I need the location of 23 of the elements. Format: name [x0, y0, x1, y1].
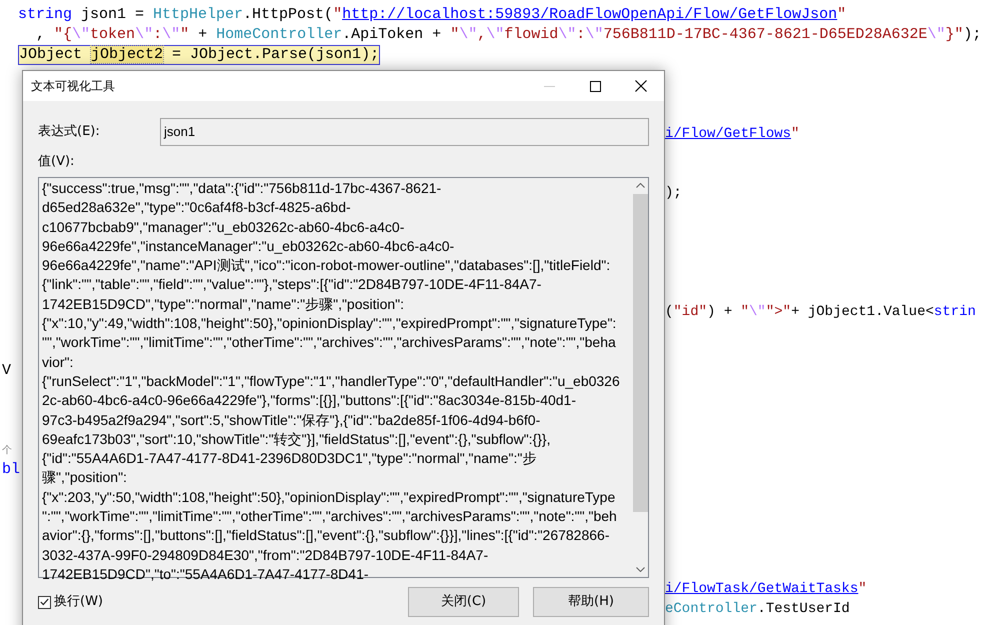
code-line: string json1 = HttpHelper.HttpPost("http://localhost:59893/RoadFlowOpenApi/Flow/GetFlowJson": [18, 6, 846, 24]
code-line: , "{\"token\":\"" + HomeController.ApiToken + "\",\"flowid\":\"756B811D-17BC-4367-8621-D65ED28A632E\"}");: [35, 26, 982, 44]
expression-field[interactable]: json1: [160, 118, 649, 146]
code-line: bl: [2, 461, 20, 480]
value-label: 值(V):: [38, 154, 74, 170]
scrollbar-thumb[interactable]: [632, 194, 648, 512]
scroll-down-icon[interactable]: [636, 567, 644, 572]
close-icon: [635, 80, 647, 92]
dialog-button[interactable]: 帮助(H): [533, 587, 649, 617]
maximize-icon: [590, 80, 600, 92]
code-line: ("id") + "\"">"+ jObject1.Value<strin: [665, 302, 976, 321]
code-line: eController.TestUserId: [665, 600, 850, 618]
code-line: i/Flow/GetFlows": [665, 124, 800, 143]
wrap-checkbox[interactable]: [38, 596, 51, 608]
code-line: );: [665, 184, 682, 202]
scroll-up-icon[interactable]: [636, 183, 644, 188]
expression-label: 表达式(E):: [38, 123, 101, 142]
code-line: V: [2, 362, 12, 380]
window-title: 文本可视化工具: [31, 78, 115, 95]
wrap-label: 换行(W): [54, 593, 103, 612]
code-line: i/FlowTask/GetWaitTasks": [665, 580, 867, 598]
code-line: 个: [2, 444, 12, 458]
dialog-button[interactable]: 关闭(C): [408, 587, 519, 617]
